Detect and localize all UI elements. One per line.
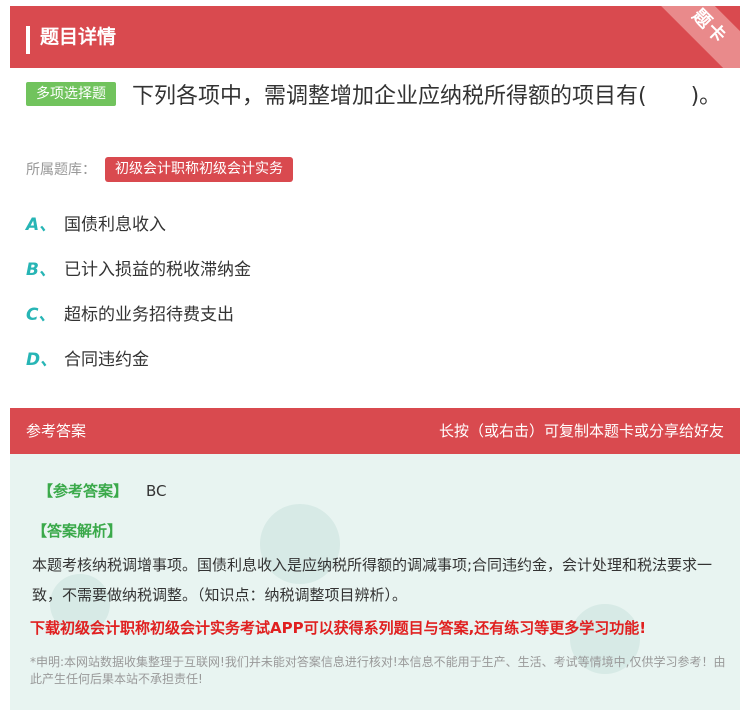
option-letter: A、 [26,215,57,235]
disclaimer-text: *申明:本网站数据收集整理于互联网!我们并未能对答案信息进行核对!本信息不能用于… [30,655,726,686]
download-app-link[interactable]: 下载初级会计职称初级会计实务考试APP可以获得系列题目与答案,还有练习等更多学习… [30,616,730,640]
question-type-badge: 多项选择题 [26,82,116,106]
answer-section-title: 参考答案 [26,422,87,440]
option-text: 国债利息收入 [64,215,166,235]
option-b[interactable]: B、 已计入损益的税收滞纳金 [26,255,251,285]
library-tag[interactable]: 初级会计职称初级会计实务 [105,157,293,182]
question-card-ribbon[interactable]: 题卡 [642,6,740,68]
analysis-text: 本题考核纳税调增事项。国债利息收入是应纳税所得额的调减事项;合同违约金，会计处理… [32,556,713,604]
library-label: 所属题库： [26,162,96,178]
header-bar: 题目详情 题卡 [10,6,740,68]
option-a[interactable]: A、 国债利息收入 [26,210,166,240]
option-text: 合同违约金 [64,350,149,370]
option-c[interactable]: C、 超标的业务招待费支出 [26,300,234,330]
answer-header-bar: 参考答案 长按（或右击）可复制本题卡或分享给好友 [10,408,740,454]
option-text: 超标的业务招待费支出 [64,305,234,325]
share-hint: 长按（或右击）可复制本题卡或分享给好友 [438,422,724,440]
analysis-label: 【答案解析】 [32,522,123,540]
answer-panel: 【参考答案】 BC 【答案解析】 本题考核纳税调增事项。国债利息收入是应纳税所得… [10,454,740,710]
option-letter: B、 [26,260,56,280]
question-text: 下列各项中，需调整增加企业应纳税所得额的项目有( )。 [132,84,722,109]
option-letter: C、 [26,305,56,325]
header-accent-bar [26,26,30,54]
option-letter: D、 [26,350,58,370]
answer-label: 【参考答案】 [38,482,129,500]
answer-value: BC [146,482,167,500]
option-text: 已计入损益的税收滞纳金 [64,260,251,280]
page-title: 题目详情 [40,26,117,48]
option-d[interactable]: D、 合同违约金 [26,345,149,375]
